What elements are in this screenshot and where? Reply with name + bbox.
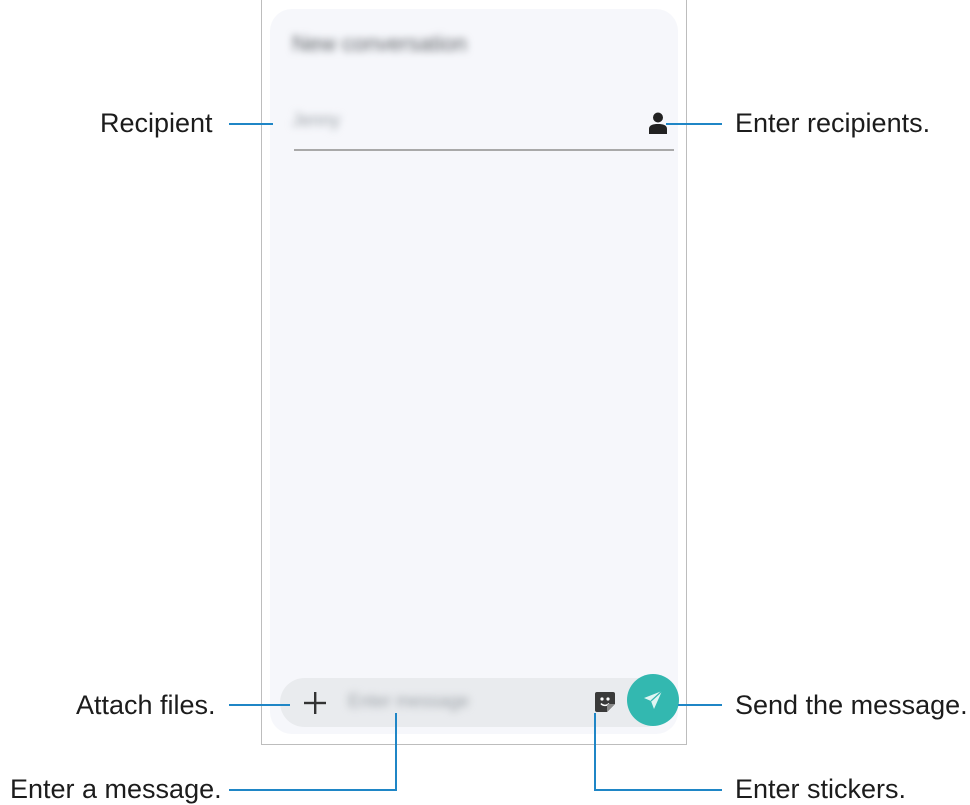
recipient-field[interactable]: Jenny	[292, 110, 340, 131]
screen-title: New conversation	[292, 31, 467, 56]
send-button[interactable]	[627, 674, 679, 726]
enter-message-callout: Enter a message.	[10, 774, 222, 804]
message-composer: Enter message	[280, 678, 670, 727]
attach-files-callout: Attach files.	[76, 690, 216, 720]
phone-frame: New conversation Jenny Enter message	[261, 0, 687, 745]
person-icon[interactable]	[649, 112, 667, 134]
send-message-callout: Send the message.	[735, 690, 968, 720]
enter-stickers-callout: Enter stickers.	[735, 774, 907, 804]
recipient-divider	[294, 149, 674, 151]
recipient-callout: Recipient	[100, 108, 213, 138]
new-conversation-screen: New conversation Jenny Enter message	[270, 9, 679, 734]
sticker-icon[interactable]	[594, 691, 616, 713]
plus-icon[interactable]	[302, 690, 328, 716]
send-icon	[644, 690, 663, 709]
message-input[interactable]: Enter message	[348, 691, 469, 712]
enter-recipients-callout: Enter recipients.	[735, 108, 931, 138]
